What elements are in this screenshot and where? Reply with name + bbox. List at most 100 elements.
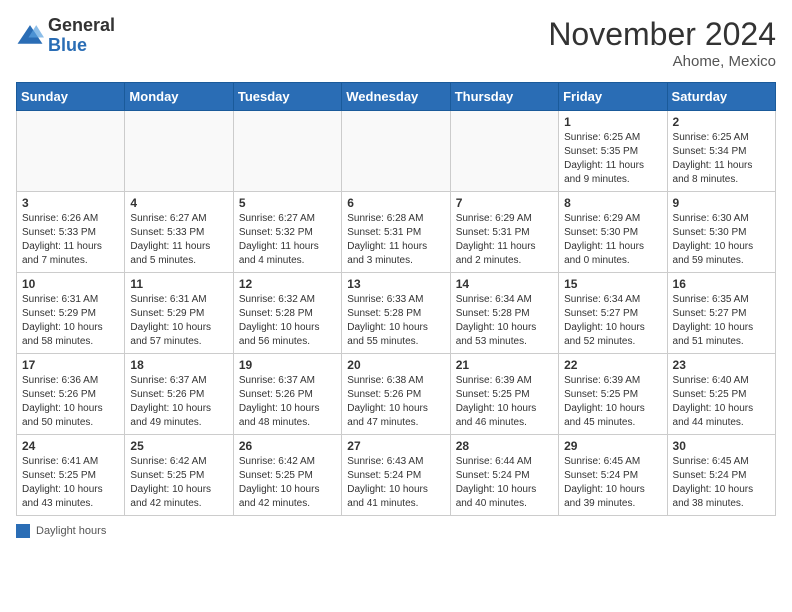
calendar-day-cell: 14 Sunrise: 6:34 AM Sunset: 5:28 PM Dayli… (450, 273, 558, 354)
day-number: 24 (22, 439, 119, 453)
calendar-day-cell: 3 Sunrise: 6:26 AM Sunset: 5:33 PM Daylig… (17, 192, 125, 273)
calendar-day-cell: 9 Sunrise: 6:30 AM Sunset: 5:30 PM Daylig… (667, 192, 775, 273)
month-title: November 2024 (548, 16, 776, 53)
day-number: 21 (456, 358, 553, 372)
calendar-day-cell: 27 Sunrise: 6:43 AM Sunset: 5:24 PM Dayli… (342, 435, 450, 516)
calendar-day-cell: 25 Sunrise: 6:42 AM Sunset: 5:25 PM Dayli… (125, 435, 233, 516)
calendar-day-header: Monday (125, 83, 233, 111)
day-info: Sunrise: 6:44 AM Sunset: 5:24 PM Dayligh… (456, 455, 553, 511)
day-number: 9 (673, 196, 770, 210)
logo: General Blue (16, 16, 115, 56)
day-info: Sunrise: 6:26 AM Sunset: 5:33 PM Dayligh… (22, 212, 119, 268)
calendar-day-cell: 22 Sunrise: 6:39 AM Sunset: 5:25 PM Dayli… (559, 354, 667, 435)
day-info: Sunrise: 6:39 AM Sunset: 5:25 PM Dayligh… (564, 374, 661, 430)
calendar-day-cell (342, 111, 450, 192)
day-number: 14 (456, 277, 553, 291)
calendar-day-header: Tuesday (233, 83, 341, 111)
day-info: Sunrise: 6:43 AM Sunset: 5:24 PM Dayligh… (347, 455, 444, 511)
calendar-week-row: 1 Sunrise: 6:25 AM Sunset: 5:35 PM Daylig… (17, 111, 776, 192)
calendar-day-cell: 5 Sunrise: 6:27 AM Sunset: 5:32 PM Daylig… (233, 192, 341, 273)
calendar-day-cell: 30 Sunrise: 6:45 AM Sunset: 5:24 PM Dayli… (667, 435, 775, 516)
page-header: General Blue November 2024 Ahome, Mexico (16, 16, 776, 70)
calendar-day-header: Thursday (450, 83, 558, 111)
day-number: 27 (347, 439, 444, 453)
calendar-day-cell: 19 Sunrise: 6:37 AM Sunset: 5:26 PM Dayli… (233, 354, 341, 435)
day-info: Sunrise: 6:39 AM Sunset: 5:25 PM Dayligh… (456, 374, 553, 430)
day-info: Sunrise: 6:30 AM Sunset: 5:30 PM Dayligh… (673, 212, 770, 268)
logo-text: General Blue (48, 16, 115, 56)
day-info: Sunrise: 6:45 AM Sunset: 5:24 PM Dayligh… (564, 455, 661, 511)
day-number: 2 (673, 115, 770, 129)
day-info: Sunrise: 6:25 AM Sunset: 5:35 PM Dayligh… (564, 131, 661, 187)
day-info: Sunrise: 6:27 AM Sunset: 5:32 PM Dayligh… (239, 212, 336, 268)
day-info: Sunrise: 6:45 AM Sunset: 5:24 PM Dayligh… (673, 455, 770, 511)
calendar-week-row: 24Sunrise: 6:41 AM Sunset: 5:25 PM Dayli… (17, 435, 776, 516)
calendar-day-cell: 26Sunrise: 6:42 AM Sunset: 5:25 PM Dayli… (233, 435, 341, 516)
day-info: Sunrise: 6:31 AM Sunset: 5:29 PM Dayligh… (22, 293, 119, 349)
calendar-day-cell: 2Sunrise: 6:25 AM Sunset: 5:34 PM Daylig… (667, 111, 775, 192)
calendar-day-cell: 8Sunrise: 6:29 AM Sunset: 5:30 PM Daylig… (559, 192, 667, 273)
legend-label: Daylight hours (36, 525, 106, 537)
day-info: Sunrise: 6:37 AM Sunset: 5:26 PM Dayligh… (130, 374, 227, 430)
calendar-day-cell (125, 111, 233, 192)
day-number: 17 (22, 358, 119, 372)
location: Ahome, Mexico (548, 53, 776, 70)
day-number: 19 (239, 358, 336, 372)
calendar-table: SundayMondayTuesdayWednesdayThursdayFrid… (16, 82, 776, 516)
calendar-day-cell: 7 Sunrise: 6:29 AM Sunset: 5:31 PM Daylig… (450, 192, 558, 273)
day-info: Sunrise: 6:42 AM Sunset: 5:25 PM Dayligh… (130, 455, 227, 511)
day-info: Sunrise: 6:34 AM Sunset: 5:28 PM Dayligh… (456, 293, 553, 349)
calendar-header-row: SundayMondayTuesdayWednesdayThursdayFrid… (17, 83, 776, 111)
calendar-day-cell: 15 Sunrise: 6:34 AM Sunset: 5:27 PM Dayli… (559, 273, 667, 354)
logo-blue: Blue (48, 35, 87, 55)
day-info: Sunrise: 6:29 AM Sunset: 5:31 PM Dayligh… (456, 212, 553, 268)
day-number: 10 (22, 277, 119, 291)
calendar-day-cell: 17Sunrise: 6:36 AM Sunset: 5:26 PM Dayli… (17, 354, 125, 435)
day-number: 7 (456, 196, 553, 210)
day-number: 12 (239, 277, 336, 291)
day-number: 6 (347, 196, 444, 210)
day-number: 1 (564, 115, 661, 129)
legend-color-box (16, 524, 30, 538)
day-info: Sunrise: 6:40 AM Sunset: 5:25 PM Dayligh… (673, 374, 770, 430)
day-info: Sunrise: 6:33 AM Sunset: 5:28 PM Dayligh… (347, 293, 444, 349)
day-info: Sunrise: 6:35 AM Sunset: 5:27 PM Dayligh… (673, 293, 770, 349)
day-number: 30 (673, 439, 770, 453)
calendar-day-cell: 21 Sunrise: 6:39 AM Sunset: 5:25 PM Dayli… (450, 354, 558, 435)
day-number: 26 (239, 439, 336, 453)
calendar-day-cell: 20Sunrise: 6:38 AM Sunset: 5:26 PM Dayli… (342, 354, 450, 435)
day-number: 3 (22, 196, 119, 210)
day-info: Sunrise: 6:28 AM Sunset: 5:31 PM Dayligh… (347, 212, 444, 268)
calendar-day-cell: 1 Sunrise: 6:25 AM Sunset: 5:35 PM Daylig… (559, 111, 667, 192)
calendar-week-row: 10 Sunrise: 6:31 AM Sunset: 5:29 PM Dayli… (17, 273, 776, 354)
day-info: Sunrise: 6:37 AM Sunset: 5:26 PM Dayligh… (239, 374, 336, 430)
legend: Daylight hours (16, 524, 776, 538)
day-number: 22 (564, 358, 661, 372)
day-number: 15 (564, 277, 661, 291)
logo-icon (16, 22, 44, 50)
calendar-week-row: 3 Sunrise: 6:26 AM Sunset: 5:33 PM Daylig… (17, 192, 776, 273)
day-number: 8 (564, 196, 661, 210)
calendar-day-header: Friday (559, 83, 667, 111)
logo-general: General (48, 15, 115, 35)
calendar-day-cell: 28Sunrise: 6:44 AM Sunset: 5:24 PM Dayli… (450, 435, 558, 516)
calendar-day-header: Saturday (667, 83, 775, 111)
calendar-day-cell: 18Sunrise: 6:37 AM Sunset: 5:26 PM Dayli… (125, 354, 233, 435)
day-info: Sunrise: 6:38 AM Sunset: 5:26 PM Dayligh… (347, 374, 444, 430)
day-info: Sunrise: 6:31 AM Sunset: 5:29 PM Dayligh… (130, 293, 227, 349)
day-number: 29 (564, 439, 661, 453)
calendar-day-cell (450, 111, 558, 192)
calendar-day-cell: 12Sunrise: 6:32 AM Sunset: 5:28 PM Dayli… (233, 273, 341, 354)
calendar-day-cell (17, 111, 125, 192)
day-info: Sunrise: 6:34 AM Sunset: 5:27 PM Dayligh… (564, 293, 661, 349)
calendar-day-cell: 16 Sunrise: 6:35 AM Sunset: 5:27 PM Dayli… (667, 273, 775, 354)
calendar-day-cell (233, 111, 341, 192)
day-number: 25 (130, 439, 227, 453)
day-number: 13 (347, 277, 444, 291)
calendar-day-cell: 29 Sunrise: 6:45 AM Sunset: 5:24 PM Dayli… (559, 435, 667, 516)
calendar-day-header: Sunday (17, 83, 125, 111)
day-number: 16 (673, 277, 770, 291)
day-number: 5 (239, 196, 336, 210)
calendar-day-cell: 24Sunrise: 6:41 AM Sunset: 5:25 PM Dayli… (17, 435, 125, 516)
calendar-day-cell: 13 Sunrise: 6:33 AM Sunset: 5:28 PM Dayli… (342, 273, 450, 354)
